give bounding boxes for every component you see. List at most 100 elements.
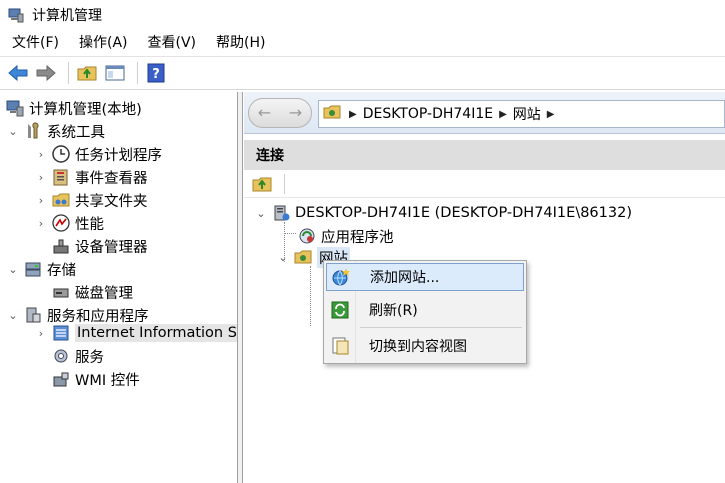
address-bar: ← → ▶ DESKTOP-DH74I1E ▶ 网站 ▶ (244, 92, 725, 134)
breadcrumb-separator-icon[interactable]: ▶ (499, 109, 507, 120)
expanded-chevron-icon[interactable]: ⌄ (276, 251, 290, 264)
breadcrumb-sites[interactable]: 网站 (513, 104, 541, 124)
show-hide-tree-icon[interactable] (103, 61, 127, 85)
up-folder-icon[interactable] (75, 61, 99, 85)
tree-item-services[interactable]: 服务 (52, 345, 104, 367)
tree-label: 性能 (75, 216, 104, 233)
collapsed-chevron-icon[interactable]: › (34, 327, 48, 340)
expanded-chevron-icon[interactable]: ⌄ (6, 125, 20, 138)
tree-item-event-viewer[interactable]: › 事件查看器 (34, 166, 148, 188)
toolbar-separator (68, 62, 69, 84)
forward-arrow-icon[interactable] (34, 61, 58, 85)
toolbar-separator (284, 173, 285, 194)
clock-icon (52, 145, 70, 163)
content-view-icon (329, 335, 351, 357)
tree-label: 系统工具 (47, 124, 105, 141)
tree-connector (284, 233, 296, 234)
refresh-icon (329, 299, 351, 321)
menu-file[interactable]: 文件(F) (4, 31, 67, 55)
services-gear-icon (52, 347, 70, 365)
menu-item-label: 添加网站... (370, 270, 440, 286)
disk-icon (52, 283, 70, 301)
shared-folder-icon (52, 191, 70, 209)
performance-icon (52, 214, 70, 232)
connections-toolbar (244, 170, 725, 198)
computer-management-icon (8, 7, 24, 23)
tree-item-server[interactable]: ⌄ DESKTOP-DH74I1E (DESKTOP-DH74I1E\86132… (254, 202, 632, 224)
tree-label: 计算机管理(本地) (29, 101, 142, 118)
connections-header: 连接 (244, 140, 725, 170)
tree-connector (310, 266, 311, 326)
back-arrow-icon[interactable] (6, 61, 30, 85)
toolbar-separator (137, 62, 138, 84)
app-pool-icon (298, 227, 316, 245)
collapsed-chevron-icon[interactable]: › (34, 148, 48, 161)
tree-label: 共享文件夹 (75, 193, 148, 210)
forward-arrow-icon[interactable]: → (289, 103, 302, 122)
window-title: 计算机管理 (32, 8, 102, 24)
collapsed-chevron-icon[interactable]: › (34, 194, 48, 207)
tree-label: 磁盘管理 (75, 285, 133, 302)
breadcrumb-server[interactable]: DESKTOP-DH74I1E (363, 106, 493, 122)
tree-item-system-tools[interactable]: ⌄ 系统工具 (6, 120, 105, 142)
title-bar: 计算机管理 (0, 0, 725, 30)
sites-icon (323, 103, 341, 125)
event-viewer-icon (52, 168, 70, 186)
menu-item-add-site[interactable]: 添加网站... (326, 263, 524, 291)
collapsed-chevron-icon[interactable]: › (34, 217, 48, 230)
tree-label: DESKTOP-DH74I1E (DESKTOP-DH74I1E\86132) (295, 205, 632, 221)
tree-item-wmi[interactable]: WMI 控件 (52, 368, 140, 390)
menu-item-refresh[interactable]: 刷新(R) (326, 296, 524, 324)
back-arrow-icon[interactable]: ← (258, 103, 271, 122)
tools-icon (24, 122, 42, 140)
help-icon[interactable]: ? (144, 61, 168, 85)
menu-item-label: 切换到内容视图 (369, 339, 467, 355)
device-manager-icon (52, 237, 70, 255)
tree-label: 任务计划程序 (75, 147, 162, 164)
tree-label: 事件查看器 (75, 170, 148, 187)
add-site-globe-icon (330, 266, 352, 288)
menu-view[interactable]: 查看(V) (140, 31, 205, 55)
tree-item-root[interactable]: 计算机管理(本地) (6, 97, 142, 119)
expanded-chevron-icon[interactable]: ⌄ (254, 207, 268, 220)
breadcrumb-separator-icon[interactable]: ▶ (349, 109, 357, 120)
tree-label: 设备管理器 (75, 239, 148, 256)
tree-label: 服务 (75, 349, 104, 366)
collapsed-chevron-icon[interactable]: › (34, 171, 48, 184)
tree-item-iis[interactable]: › Internet Information Se (34, 322, 237, 344)
server-icon (272, 204, 290, 222)
up-folder-icon[interactable] (250, 172, 274, 196)
storage-icon (24, 260, 42, 278)
expanded-chevron-icon[interactable]: ⌄ (6, 263, 20, 276)
pane-splitter[interactable] (238, 92, 243, 483)
tree-item-storage[interactable]: ⌄ 存储 (6, 258, 76, 280)
svg-text:?: ? (152, 67, 160, 82)
iis-icon (52, 324, 70, 342)
sites-folder-icon (294, 248, 312, 266)
breadcrumb-separator-icon[interactable]: ▶ (547, 109, 555, 120)
menu-item-switch-content-view[interactable]: 切换到内容视图 (326, 332, 524, 360)
expanded-chevron-icon[interactable]: ⌄ (6, 309, 20, 322)
tree-label: WMI 控件 (75, 372, 140, 389)
tree-item-performance[interactable]: › 性能 (34, 212, 104, 234)
tree-item-disk-management[interactable]: 磁盘管理 (52, 281, 133, 303)
breadcrumb[interactable]: ▶ DESKTOP-DH74I1E ▶ 网站 ▶ (318, 100, 725, 128)
menu-bar: 文件(F) 操作(A) 查看(V) 帮助(H) (0, 31, 725, 55)
context-menu: 添加网站... 刷新(R) 切换到内容视图 (323, 260, 527, 364)
computer-management-icon (6, 99, 24, 117)
tree-item-device-manager[interactable]: 设备管理器 (52, 235, 148, 257)
menu-action[interactable]: 操作(A) (71, 31, 136, 55)
nav-buttons: ← → (248, 97, 312, 128)
tree-item-shared-folders[interactable]: › 共享文件夹 (34, 189, 148, 211)
tree-item-task-scheduler[interactable]: › 任务计划程序 (34, 143, 162, 165)
tree-label: 存储 (47, 262, 76, 279)
menu-separator (360, 327, 522, 328)
wmi-icon (52, 370, 70, 388)
menu-help[interactable]: 帮助(H) (208, 31, 273, 55)
tree-label: 应用程序池 (321, 229, 394, 246)
tree-label: Internet Information Se (75, 324, 237, 342)
console-tree: 计算机管理(本地) ⌄ 系统工具 › 任务计划程序 › 事件查看器 › 共享文件… (0, 92, 238, 483)
menu-item-label: 刷新(R) (369, 303, 418, 319)
toolbar: ? (0, 56, 725, 90)
tree-item-app-pools[interactable]: 应用程序池 (298, 225, 394, 247)
